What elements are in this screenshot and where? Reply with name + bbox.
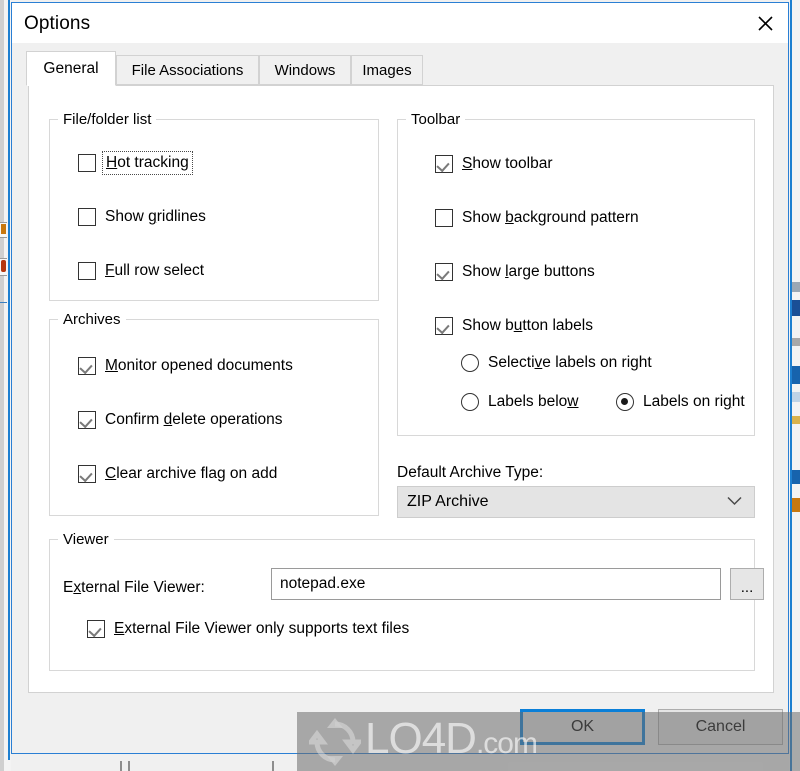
background-right-chip-5 — [792, 392, 800, 402]
tab-file-associations-label: File Associations — [131, 61, 244, 79]
checkbox-confirm-delete-operations-label: Confirm delete operations — [105, 411, 283, 428]
background-icon-fragment-1b — [1, 224, 6, 234]
background-window-right-border — [790, 0, 792, 771]
background-right-chip-8 — [792, 498, 800, 512]
background-window-left-edge — [0, 0, 4, 771]
cancel-button-label: Cancel — [695, 718, 746, 735]
dialog-titlebar: Options — [12, 3, 788, 43]
background-right-chip-7 — [792, 470, 800, 484]
checkbox-show-background-pattern[interactable]: Show background pattern — [435, 207, 639, 229]
checkbox-full-row-select[interactable]: Full row select — [78, 260, 204, 282]
external-file-viewer-value: notepad.exe — [280, 575, 366, 592]
background-right-chip-2 — [792, 300, 800, 316]
tab-images-label: Images — [362, 61, 412, 79]
checkbox-show-button-labels-label: Show button labels — [462, 317, 593, 334]
external-file-viewer-label: External File Viewer: — [63, 579, 205, 596]
checkbox-show-button-labels[interactable]: Show button labels — [435, 315, 593, 337]
show-toolbar-checkbox-box[interactable] — [435, 155, 453, 173]
close-icon[interactable] — [742, 3, 788, 43]
tab-page-general: File/folder list Hot tracking Show gridl… — [28, 85, 774, 693]
selective-labels-radio-circle[interactable] — [461, 354, 479, 372]
browse-button[interactable]: ... — [730, 568, 764, 600]
tab-general[interactable]: General — [26, 51, 116, 86]
radio-selective-labels-on-right-label: Selective labels on right — [488, 354, 652, 371]
show-large-buttons-checkbox-box[interactable] — [435, 263, 453, 281]
screenshot-root: Options General File Associations Window… — [0, 0, 800, 771]
checkbox-hot-tracking-label: Hot tracking — [102, 151, 193, 175]
chevron-down-icon — [727, 493, 742, 511]
tab-file-associations[interactable]: File Associations — [116, 55, 259, 85]
checkbox-show-toolbar-label: Show toolbar — [462, 155, 553, 172]
monitor-opened-documents-checkbox-box[interactable] — [78, 357, 96, 375]
group-viewer-legend: Viewer — [58, 531, 114, 548]
checkbox-monitor-opened-documents[interactable]: Monitor opened documents — [78, 355, 293, 377]
dialog-title: Options — [24, 13, 91, 34]
group-archives: Archives Monitor opened documents Confir… — [49, 311, 379, 516]
radio-selective-labels-on-right[interactable]: Selective labels on right — [461, 352, 652, 374]
checkbox-external-viewer-text-only[interactable]: External File Viewer only supports text … — [87, 618, 409, 640]
background-tick-2 — [128, 761, 130, 771]
show-gridlines-checkbox-box[interactable] — [78, 208, 96, 226]
labels-on-right-radio-circle[interactable] — [616, 393, 634, 411]
hot-tracking-checkbox-box[interactable] — [78, 154, 96, 172]
background-right-chip-1 — [792, 282, 800, 292]
checkbox-full-row-select-label: Full row select — [105, 262, 205, 279]
checkbox-clear-archive-flag-label: Clear archive flag on add — [105, 465, 278, 482]
background-window-left-border — [8, 0, 10, 760]
group-archives-legend: Archives — [58, 311, 126, 328]
labels-below-radio-circle[interactable] — [461, 393, 479, 411]
group-file-folder-list-legend: File/folder list — [58, 111, 157, 128]
checkbox-show-gridlines-label: Show gridlines — [105, 208, 206, 225]
group-toolbar: Toolbar Show toolbar Show background pat… — [397, 111, 755, 436]
background-right-chip-4 — [792, 366, 800, 384]
default-archive-type-select[interactable]: ZIP Archive — [397, 486, 755, 518]
checkbox-show-background-pattern-label: Show background pattern — [462, 209, 639, 226]
full-row-select-checkbox-box[interactable] — [78, 262, 96, 280]
checkbox-show-toolbar[interactable]: Show toolbar — [435, 153, 552, 175]
clear-archive-flag-checkbox-box[interactable] — [78, 465, 96, 483]
tab-windows[interactable]: Windows — [259, 55, 351, 85]
browse-button-label: ... — [740, 579, 754, 596]
checkbox-show-large-buttons-label: Show large buttons — [462, 263, 595, 280]
cancel-button[interactable]: Cancel — [658, 709, 783, 745]
background-divider-left — [0, 302, 7, 303]
radio-labels-below-label: Labels below — [488, 393, 579, 410]
group-viewer-frame — [49, 539, 755, 671]
checkbox-external-viewer-text-only-label: External File Viewer only supports text … — [114, 620, 410, 637]
group-toolbar-legend: Toolbar — [406, 111, 466, 128]
default-archive-type-value: ZIP Archive — [407, 493, 489, 510]
checkbox-show-large-buttons[interactable]: Show large buttons — [435, 261, 595, 283]
background-tick-1 — [120, 761, 122, 771]
radio-labels-on-right[interactable]: Labels on right — [616, 391, 745, 413]
tab-strip: General File Associations Windows Images — [12, 43, 788, 86]
checkbox-monitor-opened-documents-label: Monitor opened documents — [105, 357, 293, 374]
background-icon-fragment-2b — [1, 260, 6, 272]
tab-general-label: General — [43, 59, 99, 77]
tab-windows-label: Windows — [274, 61, 336, 79]
background-right-chip-3 — [792, 338, 800, 346]
checkbox-hot-tracking[interactable]: Hot tracking — [78, 151, 193, 175]
show-button-labels-checkbox-box[interactable] — [435, 317, 453, 335]
external-file-viewer-input[interactable]: notepad.exe — [271, 568, 721, 600]
background-right-chip-6 — [792, 416, 800, 424]
confirm-delete-operations-checkbox-box[interactable] — [78, 411, 96, 429]
tab-images[interactable]: Images — [351, 55, 423, 85]
show-background-pattern-checkbox-box[interactable] — [435, 209, 453, 227]
default-archive-type-label: Default Archive Type: — [397, 464, 544, 481]
ok-button-label: OK — [570, 718, 595, 735]
options-dialog: Options General File Associations Window… — [11, 2, 789, 754]
radio-labels-below[interactable]: Labels below — [461, 391, 579, 413]
radio-labels-on-right-label: Labels on right — [643, 393, 745, 410]
checkbox-confirm-delete-operations[interactable]: Confirm delete operations — [78, 409, 283, 431]
background-tick-3 — [272, 761, 274, 771]
group-file-folder-list: File/folder list Hot tracking Show gridl… — [49, 111, 379, 301]
external-viewer-text-only-checkbox-box[interactable] — [87, 620, 105, 638]
checkbox-clear-archive-flag[interactable]: Clear archive flag on add — [78, 463, 277, 485]
group-viewer: Viewer External File Viewer: notepad.exe… — [49, 531, 764, 671]
checkbox-show-gridlines[interactable]: Show gridlines — [78, 206, 206, 228]
ok-button[interactable]: OK — [520, 709, 645, 745]
